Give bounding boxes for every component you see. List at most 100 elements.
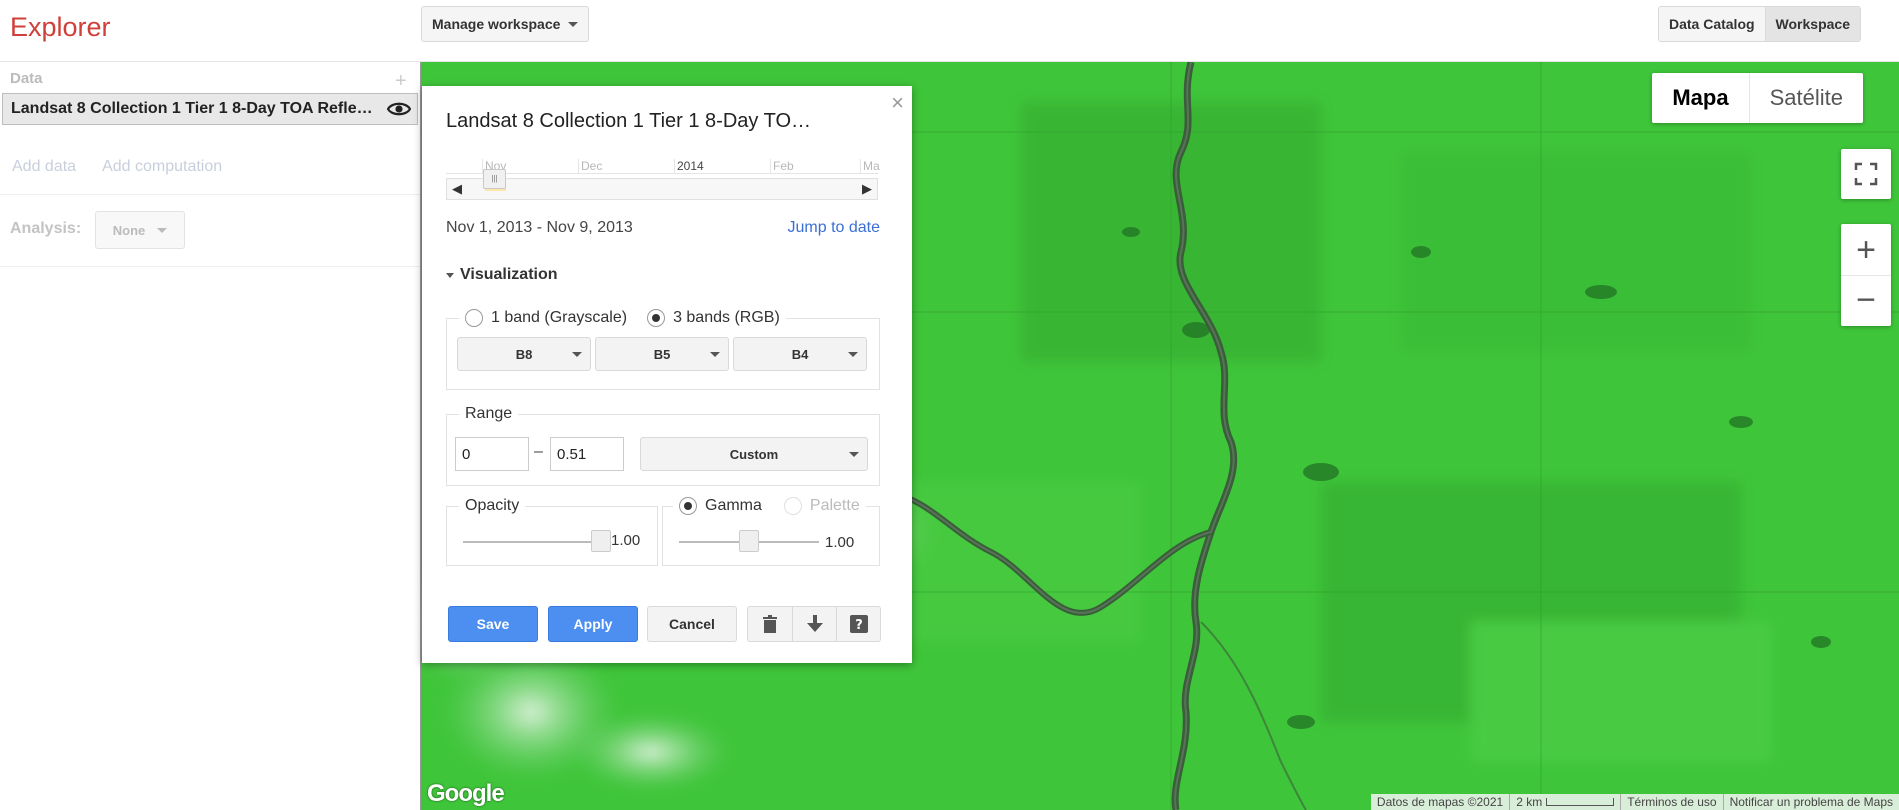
view-tabs: Data Catalog Workspace [1657,6,1861,42]
tab-data-catalog[interactable]: Data Catalog [1658,7,1765,41]
radio-gamma-label: Gamma [705,497,762,514]
terms-link[interactable]: Términos de uso [1620,794,1722,810]
play-right-icon[interactable]: ▶ [858,181,876,197]
help-icon[interactable]: ? [836,607,880,641]
radio-grayscale-label: 1 band (Grayscale) [491,309,628,326]
app-title: Explorer [10,12,111,42]
save-button[interactable]: Save [448,606,538,642]
timeline[interactable]: Nov Dec 2014 Feb Ma ◀ ▶ ||| [446,158,880,204]
chevron-down-icon [568,21,579,27]
range-preset-value: Custom [729,446,779,462]
scale-line [1546,798,1615,806]
range-preset-select[interactable]: Custom [640,437,868,471]
timeline-labels: Nov Dec 2014 Feb Ma [446,158,880,174]
add-links: Add data Add computation [12,158,222,176]
plus-icon[interactable]: + [395,70,407,93]
layer-visualization-dialog: × Landsat 8 Collection 1 Tier 1 8-Day TO… [422,86,912,663]
range-dash: – [534,443,543,460]
band-red-select[interactable]: B8 [457,337,591,371]
chevron-down-icon [848,352,858,357]
tab-workspace[interactable]: Workspace [1764,7,1860,41]
manage-workspace-label: Manage workspace [432,16,561,32]
visualization-label: Visualization [460,266,558,283]
trash-icon[interactable] [748,607,792,641]
band-blue-value: B4 [791,346,809,362]
radio-palette[interactable] [783,497,802,515]
visualization-toggle[interactable]: Visualization [446,266,558,284]
analysis-label: Analysis: [10,220,82,237]
timeline-label: Ma [860,159,880,173]
chevron-down-icon [572,352,582,357]
chevron-down-icon [710,352,720,357]
map-type-map[interactable]: Mapa [1652,73,1748,123]
download-icon[interactable] [792,607,836,641]
gamma-group: Gamma Palette 1.00 [662,497,880,566]
range-max-input[interactable]: 0.51 [550,437,624,471]
svg-text:?: ? [855,618,863,633]
band-blue-select[interactable]: B4 [733,337,867,371]
eye-icon[interactable] [387,99,411,119]
opacity-label: Opacity [459,497,526,515]
range-min-input[interactable]: 0 [455,437,529,471]
analysis-value: None [112,222,146,238]
manage-workspace-button[interactable]: Manage workspace [421,6,590,42]
band-red-value: B8 [515,346,533,362]
fullscreen-button[interactable] [1841,149,1891,199]
timeline-label: Feb [770,159,794,173]
range-group: Range 0 – 0.51 Custom [446,405,880,486]
google-logo: Google [427,780,505,807]
add-computation-link[interactable]: Add computation [102,158,222,176]
timeline-label: Dec [578,159,602,173]
analysis-select[interactable]: None [95,211,185,249]
timeline-track[interactable]: ◀ ▶ [446,178,878,200]
apply-button[interactable]: Apply [548,606,638,642]
map-type-satellite[interactable]: Satélite [1748,73,1863,123]
radio-palette-label: Palette [809,497,860,514]
map-attribution: Datos de mapas ©2021 2 km Términos de us… [1370,794,1899,810]
data-section-label: Data [10,70,43,87]
radio-gamma[interactable] [679,497,697,515]
zoom-out-button[interactable]: − [1841,275,1891,325]
dialog-title: Landsat 8 Collection 1 Tier 1 8-Day TO… [446,110,811,132]
scale-bar[interactable]: 2 km [1509,794,1620,810]
divider [0,266,420,267]
band-mode-legend: 1 band (Grayscale) 3 bands (RGB) [459,309,786,327]
jump-to-date-link[interactable]: Jump to date [788,219,881,237]
app-header: Explorer Manage workspace Data Catalog W… [0,0,1899,62]
zoom-control: + − [1841,224,1891,326]
timeline-handle[interactable]: ||| [483,169,506,189]
cancel-button[interactable]: Cancel [647,606,737,642]
add-data-link[interactable]: Add data [12,158,76,176]
date-range: Nov 1, 2013 - Nov 9, 2013 [446,219,633,236]
sidebar: Data + Landsat 8 Collection 1 Tier 1 8-D… [0,62,420,810]
opacity-slider[interactable] [463,541,601,543]
play-left-icon[interactable]: ◀ [448,181,466,197]
gamma-value: 1.00 [825,534,855,551]
close-icon[interactable]: × [891,90,904,116]
timeline-label: 2014 [674,159,704,173]
caret-down-icon [446,272,454,278]
radio-rgb-label: 3 bands (RGB) [673,309,780,326]
map-type-control: Mapa Satélite [1652,73,1863,123]
chevron-down-icon [157,227,168,233]
radio-rgb[interactable] [647,309,666,327]
band-green-select[interactable]: B5 [595,337,729,371]
fullscreen-icon [1854,162,1878,186]
report-problem-link[interactable]: Notificar un problema de Maps [1722,794,1899,810]
layer-actions: ? [747,606,881,642]
gamma-palette-legend: Gamma Palette [673,497,866,515]
opacity-value: 1.00 [611,532,641,549]
divider [0,194,420,195]
range-label: Range [459,405,519,423]
bands-group: 1 band (Grayscale) 3 bands (RGB) B8 B5 B… [446,309,880,390]
layer-name: Landsat 8 Collection 1 Tier 1 8-Day TOA … [11,100,381,117]
map-data-credit: Datos de mapas ©2021 [1376,795,1504,809]
radio-grayscale[interactable] [465,309,483,327]
scale-label: 2 km [1516,795,1543,809]
opacity-group: Opacity 1.00 [446,497,658,566]
opacity-slider-thumb[interactable] [591,530,611,552]
chevron-down-icon [849,452,859,457]
gamma-slider-thumb[interactable] [739,530,759,552]
layer-item[interactable]: Landsat 8 Collection 1 Tier 1 8-Day TOA … [2,93,418,125]
zoom-in-button[interactable]: + [1841,225,1891,275]
